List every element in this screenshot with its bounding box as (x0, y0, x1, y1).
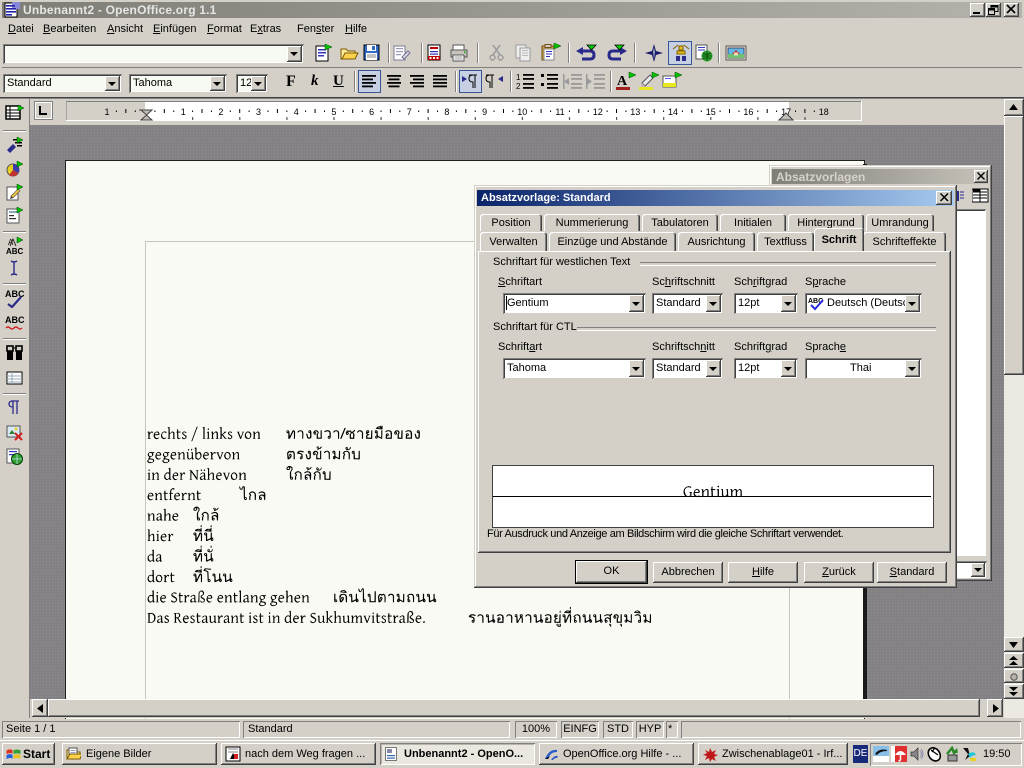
svg-text:14: 14 (668, 107, 678, 117)
svg-text:1: 1 (104, 107, 109, 117)
svg-text:16: 16 (743, 107, 753, 117)
svg-text:1: 1 (516, 73, 521, 82)
svg-text:1: 1 (181, 107, 186, 117)
svg-text:3: 3 (256, 107, 261, 117)
svg-text:2: 2 (516, 82, 521, 91)
svg-text:2: 2 (218, 107, 223, 117)
svg-text:15: 15 (706, 107, 716, 117)
svg-text:7: 7 (407, 107, 412, 117)
svg-text:5: 5 (331, 107, 336, 117)
svg-text:ABC: ABC (5, 315, 25, 325)
svg-text:4: 4 (294, 107, 299, 117)
svg-text:18: 18 (819, 107, 829, 117)
svg-text:ABC: ABC (5, 289, 25, 299)
svg-text:9: 9 (482, 107, 487, 117)
svg-text:10: 10 (517, 107, 527, 117)
svg-text:6: 6 (369, 107, 374, 117)
svg-text:13: 13 (630, 107, 640, 117)
svg-text:8: 8 (444, 107, 449, 117)
svg-text:12: 12 (593, 107, 603, 117)
svg-text:11: 11 (555, 107, 564, 117)
svg-text:ABC: ABC (6, 247, 24, 256)
svg-text:A: A (617, 74, 628, 89)
